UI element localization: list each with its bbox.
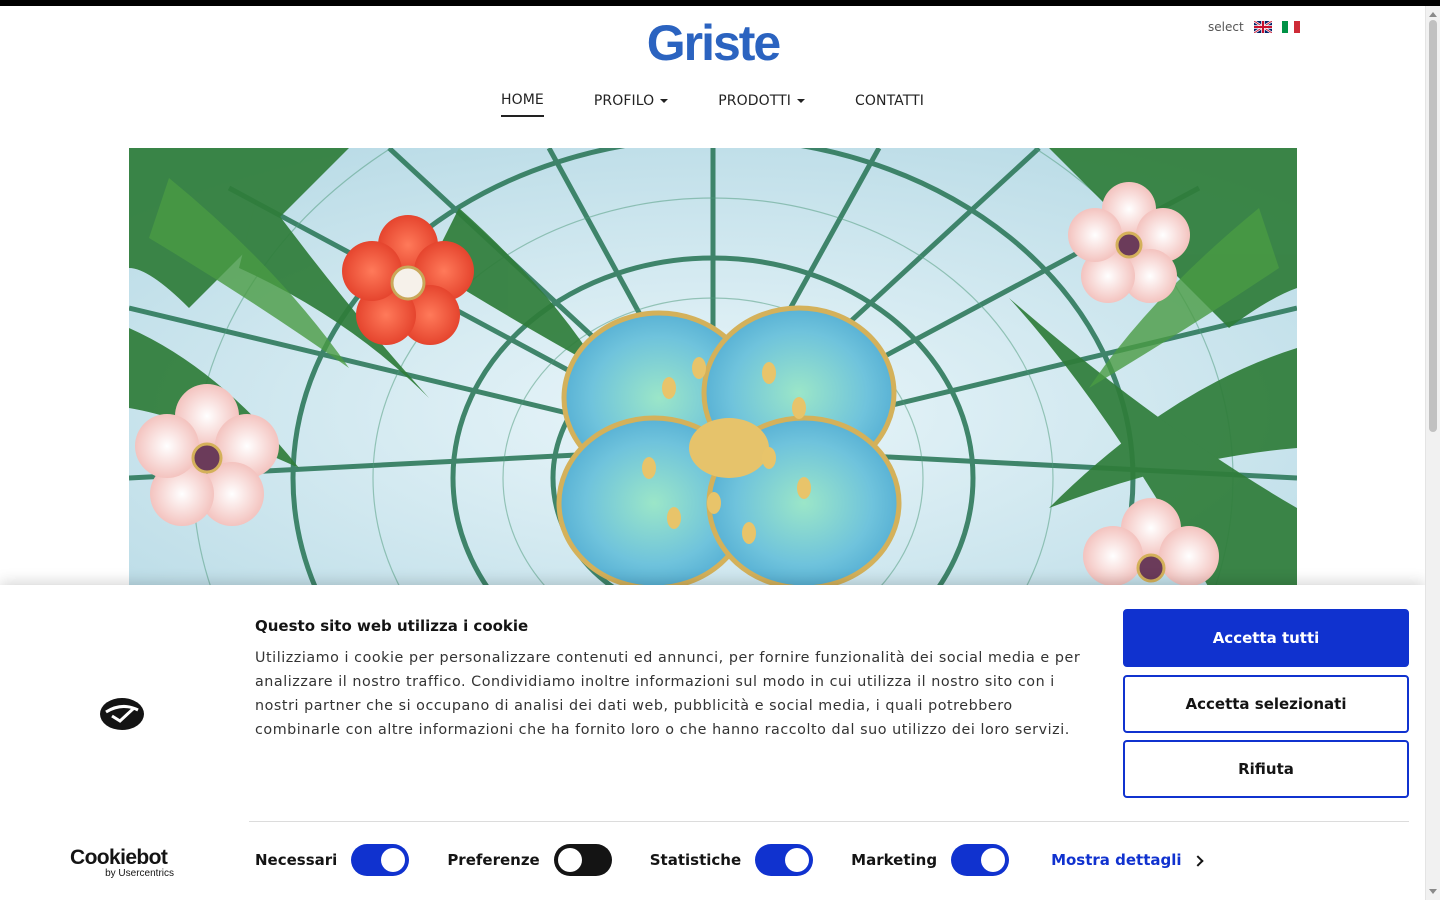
top-strip: [0, 0, 1440, 6]
caret-down-icon: [660, 99, 669, 103]
consent-necessari: Necessari: [255, 844, 410, 876]
hero-image: [129, 148, 1297, 588]
main-nav: HOME PROFILO PRODOTTI CONTATTI: [0, 92, 1425, 117]
scroll-up-icon[interactable]: [1429, 12, 1437, 17]
griste-logo[interactable]: Griste: [636, 18, 790, 66]
nav-item-prodotti[interactable]: PRODOTTI: [718, 92, 806, 117]
cookiebot-logo[interactable]: Cookiebot by Usercentrics: [70, 847, 180, 879]
consent-statistiche: Statistiche: [649, 844, 814, 876]
accept-all-button[interactable]: Accetta tutti: [1123, 609, 1409, 667]
page-scrollbar[interactable]: [1425, 6, 1440, 900]
cookie-banner: Questo sito web utilizza i cookie Utiliz…: [0, 585, 1425, 900]
consent-preferenze: Preferenze: [447, 844, 612, 876]
nav-item-contatti[interactable]: CONTATTI: [855, 92, 924, 117]
necessari-toggle[interactable]: [351, 844, 410, 876]
cookiebot-sub: by Usercentrics: [105, 868, 174, 879]
show-details-link[interactable]: Mostra dettagli: [1051, 851, 1204, 869]
cookiebot-name: Cookiebot: [70, 846, 168, 869]
reject-button[interactable]: Rifiuta: [1123, 740, 1409, 798]
marketing-toggle[interactable]: [951, 844, 1010, 876]
toggle-knob: [557, 848, 582, 872]
logo-text: Griste: [647, 18, 781, 66]
chevron-right-icon: [1191, 854, 1204, 867]
uk-flag-icon[interactable]: [1253, 21, 1272, 33]
nav-item-home[interactable]: HOME: [500, 92, 544, 117]
accept-selected-button[interactable]: Accetta selezionati: [1123, 675, 1409, 733]
statistiche-toggle[interactable]: [755, 844, 814, 876]
language-label: select: [1208, 20, 1244, 34]
caret-down-icon: [797, 99, 806, 103]
toggle-knob: [785, 848, 810, 872]
nav-label-profilo: PROFILO: [593, 93, 655, 109]
nav-label-home: HOME: [500, 92, 544, 108]
cookie-consent-icon: [100, 698, 144, 730]
cookie-description: Utilizziamo i cookie per personalizzare …: [255, 650, 1081, 738]
language-selector: select: [1208, 20, 1300, 34]
preferenze-toggle[interactable]: [553, 844, 612, 876]
show-details-label: Mostra dettagli: [1051, 851, 1182, 869]
cookie-title: Questo sito web utilizza i cookie: [255, 617, 529, 635]
nav-label-contatti: CONTATTI: [855, 93, 925, 109]
consent-label-necessari: Necessari: [255, 851, 338, 869]
toggle-knob: [981, 848, 1006, 872]
consent-toggles: Necessari Preferenze Statistiche Marketi…: [255, 844, 1204, 876]
nav-label-prodotti: PRODOTTI: [718, 93, 792, 109]
italy-flag-icon[interactable]: [1281, 21, 1300, 33]
scroll-down-icon[interactable]: [1429, 889, 1437, 894]
consent-label-statistiche: Statistiche: [649, 851, 742, 869]
consent-label-marketing: Marketing: [851, 851, 938, 869]
scroll-thumb[interactable]: [1429, 20, 1437, 432]
consent-label-preferenze: Preferenze: [447, 851, 540, 869]
consent-marketing: Marketing: [851, 844, 1010, 876]
cookie-divider: [249, 821, 1409, 822]
nav-item-profilo[interactable]: PROFILO: [593, 92, 669, 117]
toggle-knob: [381, 848, 406, 872]
